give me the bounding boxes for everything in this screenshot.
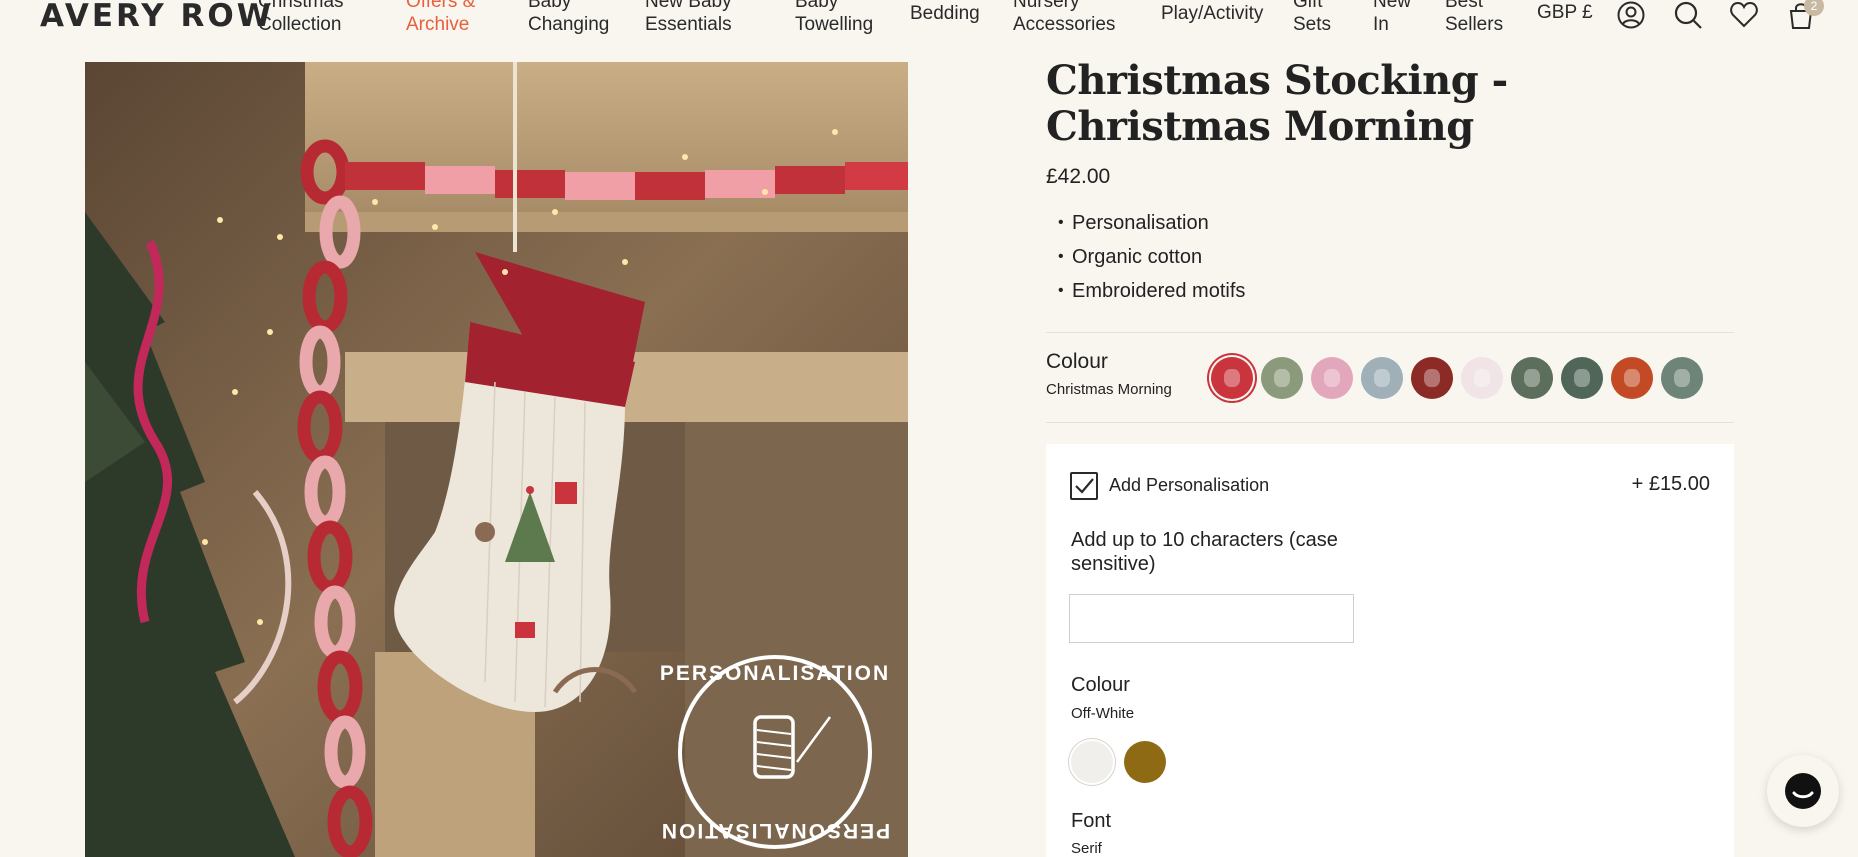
- nav-item-play-activity[interactable]: Play/Activity: [1161, 2, 1263, 25]
- badge-text-top: PERSONALISATION: [660, 662, 890, 685]
- divider: [1046, 332, 1734, 333]
- nav-item-bedding[interactable]: Bedding: [910, 2, 980, 25]
- swatch-motif-icon: [1524, 369, 1540, 387]
- swatch-motif-icon: [1374, 369, 1390, 387]
- colour-swatch[interactable]: [1261, 357, 1303, 399]
- thread-swatch-off-white[interactable]: [1071, 741, 1113, 783]
- personalisation-price: + £15.00: [1631, 473, 1710, 495]
- brand-logo[interactable]: AVERY ROW: [40, 0, 274, 32]
- font-label: Font: [1071, 810, 1112, 832]
- swatch-motif-icon: [1624, 369, 1640, 387]
- colour-label: Colour: [1046, 350, 1108, 373]
- colour-swatch[interactable]: [1411, 357, 1453, 399]
- add-personalisation-label[interactable]: Add Personalisation: [1109, 475, 1269, 496]
- swatch-motif-icon: [1274, 369, 1290, 387]
- colour-swatch[interactable]: [1561, 357, 1603, 399]
- nav-item-gift-sets[interactable]: Gift Sets: [1293, 0, 1331, 36]
- product-price: £42.00: [1046, 165, 1111, 188]
- feature-item: Embroidered motifs: [1058, 274, 1245, 308]
- colour-swatch[interactable]: [1311, 357, 1353, 399]
- swatch-motif-icon: [1574, 369, 1590, 387]
- nav-item-nursery-accessories[interactable]: Nursery Accessories: [1013, 0, 1115, 36]
- swatch-motif-icon: [1474, 369, 1490, 387]
- personalisation-text-input[interactable]: [1069, 594, 1354, 643]
- colour-swatch[interactable]: [1511, 357, 1553, 399]
- feature-item: Personalisation: [1058, 206, 1245, 240]
- account-icon[interactable]: [1616, 0, 1646, 30]
- thread-colour-label: Colour: [1071, 674, 1130, 696]
- swatch-motif-icon: [1224, 369, 1240, 387]
- product-features: Personalisation Organic cotton Embroider…: [1058, 206, 1245, 308]
- nav-item-baby-changing[interactable]: Baby Changing: [528, 0, 609, 36]
- colour-swatch[interactable]: [1361, 357, 1403, 399]
- colour-swatch[interactable]: [1611, 357, 1653, 399]
- stocking-photo: PERSONALISATION PERSONALISATION: [85, 62, 908, 857]
- nav-item-best-sellers[interactable]: Best Sellers: [1445, 0, 1503, 36]
- nav-item-offers-archive[interactable]: Offers & Archive: [406, 0, 475, 36]
- nav-item-christmas-collection[interactable]: Christmas Collection: [258, 0, 344, 36]
- cart-count-badge: 2: [1804, 0, 1824, 16]
- personalisation-panel: Add Personalisation + £15.00 Add up to 1…: [1046, 444, 1734, 857]
- feature-item: Organic cotton: [1058, 240, 1245, 274]
- nav-item-new-baby-essentials[interactable]: New Baby Essentials: [645, 0, 732, 36]
- currency-selector[interactable]: GBP £: [1537, 2, 1593, 24]
- font-value: Serif: [1071, 840, 1102, 857]
- add-personalisation-checkbox[interactable]: [1070, 472, 1098, 500]
- colour-value: Christmas Morning: [1046, 381, 1172, 398]
- heart-icon[interactable]: [1729, 0, 1759, 30]
- search-icon[interactable]: [1673, 0, 1703, 30]
- personalisation-instructions: Add up to 10 characters (case sensitive): [1071, 529, 1338, 575]
- thread-swatch-gold[interactable]: [1124, 741, 1166, 783]
- product-title: Christmas Stocking - Christmas Morning: [1046, 57, 1508, 150]
- nav-item-baby-towelling[interactable]: Baby Towelling: [795, 0, 873, 36]
- chat-icon: [1785, 773, 1821, 809]
- swatch-motif-icon: [1424, 369, 1440, 387]
- site-header: AVERY ROW Christmas Collection Offers & Ar…: [0, 0, 1858, 40]
- badge-text-bottom: PERSONALISATION: [660, 819, 890, 842]
- swatch-motif-icon: [1324, 369, 1340, 387]
- colour-swatch[interactable]: [1661, 357, 1703, 399]
- product-image[interactable]: PERSONALISATION PERSONALISATION: [85, 62, 908, 857]
- checkmark-icon: [1075, 478, 1094, 494]
- chat-button[interactable]: [1767, 755, 1839, 827]
- colour-swatch[interactable]: [1461, 357, 1503, 399]
- nav-item-new-in[interactable]: New In: [1373, 0, 1411, 36]
- divider: [1046, 422, 1734, 423]
- colour-swatch[interactable]: [1211, 357, 1253, 399]
- swatch-motif-icon: [1674, 369, 1690, 387]
- thread-colour-value: Off-White: [1071, 705, 1135, 722]
